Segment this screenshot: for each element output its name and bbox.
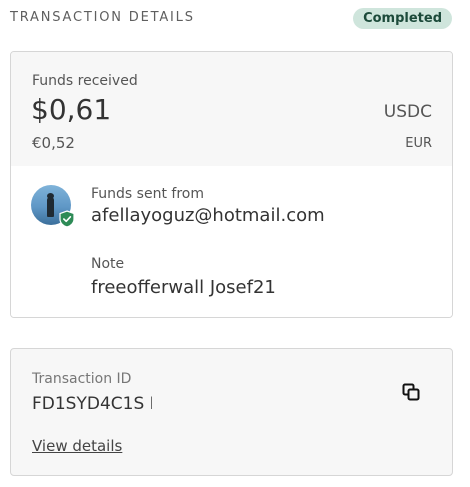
- currency-code: USDC: [383, 102, 432, 122]
- status-badge: Completed: [353, 8, 452, 29]
- redaction-mask: [152, 389, 212, 413]
- amount-received: $0,61: [31, 93, 112, 126]
- funds-card: Funds received $0,61 USDC €0,52 EUR Fund…: [10, 51, 453, 318]
- sent-from-label: Funds sent from: [91, 186, 204, 202]
- sender-email: afellayoguz@hotmail.com: [91, 205, 325, 226]
- copy-icon[interactable]: [402, 383, 420, 401]
- transaction-id-label: Transaction ID: [32, 371, 132, 387]
- sender-section: Funds sent from afellayoguz@hotmail.com …: [11, 166, 452, 317]
- transaction-card: Transaction ID FD1SYD4C1S E_1 View detai…: [10, 348, 453, 476]
- funds-summary: Funds received $0,61 USDC €0,52 EUR: [11, 52, 452, 166]
- note-text: freeofferwall Josef21: [91, 277, 276, 298]
- converted-currency: EUR: [405, 136, 432, 151]
- note-label: Note: [91, 256, 125, 272]
- view-details-link[interactable]: View details: [32, 437, 122, 455]
- avatar-person-body: [47, 197, 54, 217]
- verified-shield-icon: [59, 210, 75, 228]
- converted-amount: €0,52: [32, 134, 75, 152]
- page-title: TRANSACTION DETAILS: [10, 10, 195, 25]
- funds-received-label: Funds received: [32, 73, 138, 89]
- transaction-header: TRANSACTION DETAILS Completed: [10, 8, 460, 30]
